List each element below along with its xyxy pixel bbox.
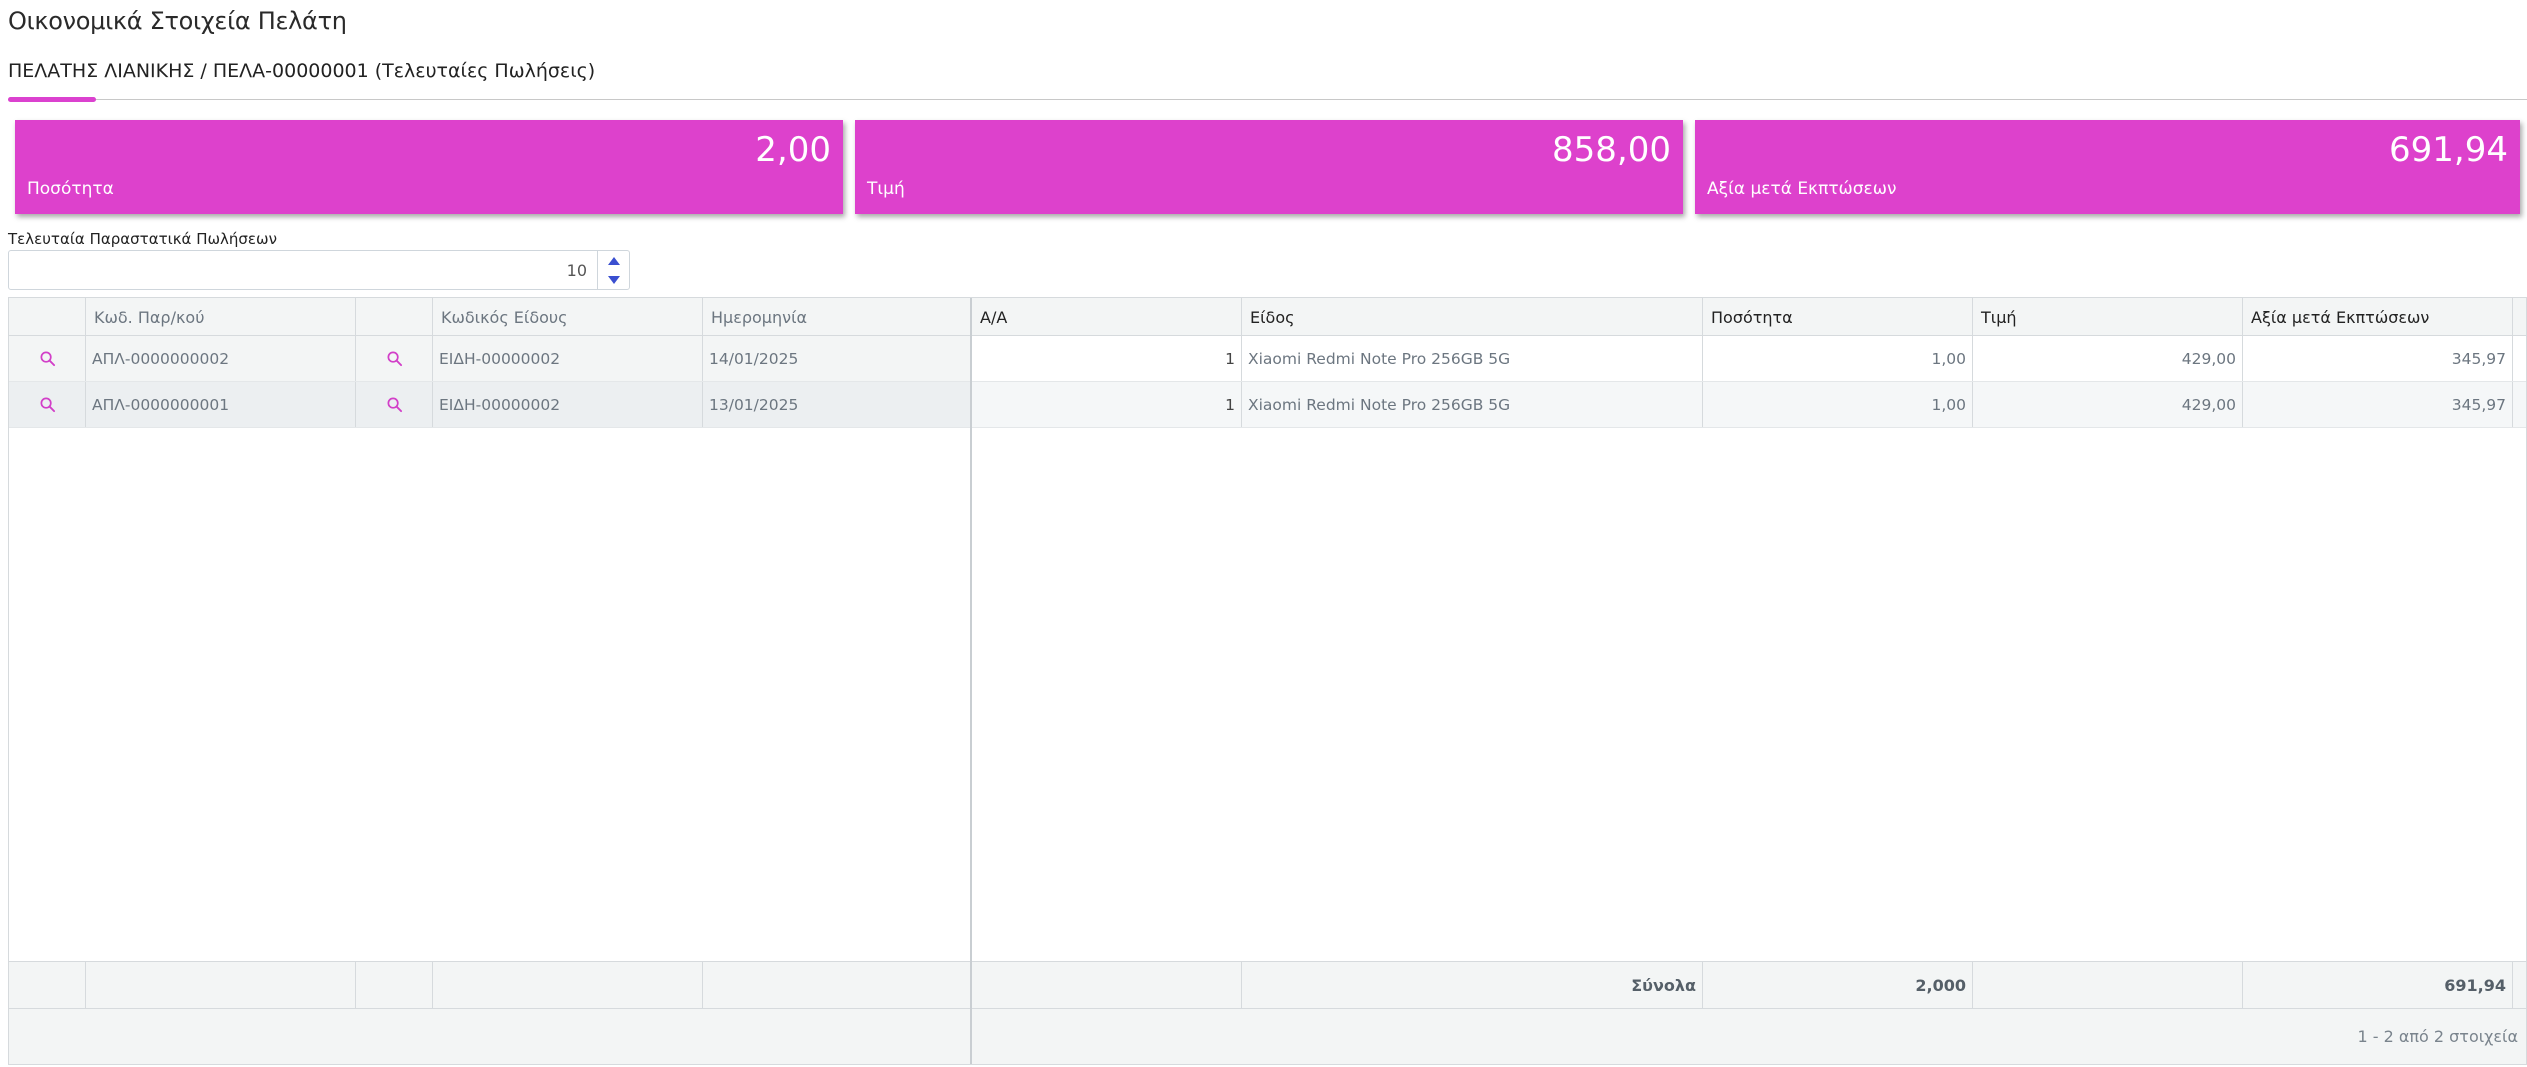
header-doc-code[interactable]: Κωδ. Παρ/κού: [86, 298, 356, 336]
cell-doc-code: ΑΠΛ-0000000001: [86, 382, 356, 427]
cell-qty: 1,00: [1703, 382, 1973, 427]
cell-net: 345,97: [2243, 336, 2513, 381]
grid-header: Κωδ. Παρ/κού Κωδικός Είδους Ημερομηνία Α…: [9, 298, 2526, 336]
breadcrumb[interactable]: ΠΕΛΑΤΗΣ ΛΙΑΝΙΚΗΣ / ΠΕΛΑ-00000001 (Τελευτ…: [8, 60, 595, 82]
header-item-code[interactable]: Κωδικός Είδους: [433, 298, 703, 336]
cell-doc-code: ΑΠΛ-0000000002: [86, 336, 356, 381]
row-view-doc-button[interactable]: [9, 382, 86, 427]
totals-blank: [433, 962, 703, 1008]
header-action-2: [356, 298, 433, 336]
stat-value: 691,94: [2389, 130, 2508, 170]
stat-label: Τιμή: [867, 179, 905, 199]
table-row[interactable]: ΑΠΛ-0000000002 ΕΙΔΗ-00000002 14/01/2025 …: [9, 336, 2526, 382]
last-docs-stepper: [8, 250, 630, 290]
stepper-buttons: [597, 251, 629, 289]
stat-label: Ποσότητα: [27, 179, 114, 199]
table-row[interactable]: ΑΠΛ-0000000001 ΕΙΔΗ-00000002 13/01/2025 …: [9, 382, 2526, 428]
cell-aa: 1: [972, 382, 1242, 427]
cell-item-code: ΕΙΔΗ-00000002: [433, 336, 703, 381]
header-item[interactable]: Είδος: [1242, 298, 1703, 336]
cell-date: 13/01/2025: [703, 382, 971, 427]
totals-label: Σύνολα: [1242, 962, 1703, 1008]
cell-net: 345,97: [2243, 382, 2513, 427]
row-view-item-button[interactable]: [356, 382, 433, 427]
totals-qty: 2,000: [1703, 962, 1973, 1008]
totals-blank: [86, 962, 356, 1008]
triangle-up-icon: [608, 256, 620, 265]
header-action-1: [9, 298, 86, 336]
totals-blank: [9, 962, 86, 1008]
header-date[interactable]: Ημερομηνία: [703, 298, 971, 336]
search-icon: [387, 351, 402, 367]
totals-net: 691,94: [2243, 962, 2513, 1008]
header-qty[interactable]: Ποσότητα: [1703, 298, 1973, 336]
active-tab-indicator: [8, 97, 96, 102]
cell-item: Xiaomi Redmi Note Pro 256GB 5G: [1242, 382, 1703, 427]
search-icon: [40, 351, 55, 367]
page-title: Οικονομικά Στοιχεία Πελάτη: [8, 7, 347, 35]
page: Οικονομικά Στοιχεία Πελάτη ΠΕΛΑΤΗΣ ΛΙΑΝΙ…: [0, 0, 2527, 1067]
triangle-down-icon: [608, 275, 620, 284]
last-docs-input[interactable]: [9, 251, 597, 289]
cell-price: 429,00: [1973, 336, 2243, 381]
totals-blank: [703, 962, 971, 1008]
stat-value: 858,00: [1552, 130, 1671, 170]
totals-blank: [1973, 962, 2243, 1008]
header-price[interactable]: Τιμή: [1973, 298, 2243, 336]
search-icon: [40, 397, 55, 413]
stat-card-quantity: 2,00 Ποσότητα: [15, 120, 843, 214]
last-docs-label: Τελευταία Παραστατικά Πωλήσεων: [8, 230, 277, 248]
header-net[interactable]: Αξία μετά Εκπτώσεων: [2243, 298, 2513, 336]
sales-grid: Κωδ. Παρ/κού Κωδικός Είδους Ημερομηνία Α…: [8, 297, 2527, 1065]
cell-date: 14/01/2025: [703, 336, 971, 381]
stat-card-net-value: 691,94 Αξία μετά Εκπτώσεων: [1695, 120, 2520, 214]
cell-item-code: ΕΙΔΗ-00000002: [433, 382, 703, 427]
search-icon: [387, 397, 402, 413]
grid-pager: 1 - 2 από 2 στοιχεία: [9, 1009, 2526, 1064]
cell-aa: 1: [972, 336, 1242, 381]
row-view-doc-button[interactable]: [9, 336, 86, 381]
decrement-button[interactable]: [598, 270, 630, 289]
frozen-columns-divider: [970, 298, 972, 1064]
totals-blank: [972, 962, 1242, 1008]
stat-card-price: 858,00 Τιμή: [855, 120, 1683, 214]
totals-blank: [356, 962, 433, 1008]
stat-label: Αξία μετά Εκπτώσεων: [1707, 179, 1897, 199]
cell-item: Xiaomi Redmi Note Pro 256GB 5G: [1242, 336, 1703, 381]
stat-value: 2,00: [755, 130, 831, 170]
increment-button[interactable]: [598, 251, 630, 270]
header-aa[interactable]: Α/Α: [972, 298, 1242, 336]
cell-qty: 1,00: [1703, 336, 1973, 381]
breadcrumb-tab-bar: ΠΕΛΑΤΗΣ ΛΙΑΝΙΚΗΣ / ΠΕΛΑ-00000001 (Τελευτ…: [8, 58, 2527, 102]
pager-info: 1 - 2 από 2 στοιχεία: [2357, 1027, 2518, 1046]
cell-price: 429,00: [1973, 382, 2243, 427]
grid-totals-row: Σύνολα 2,000 691,94: [9, 961, 2526, 1009]
row-view-item-button[interactable]: [356, 336, 433, 381]
